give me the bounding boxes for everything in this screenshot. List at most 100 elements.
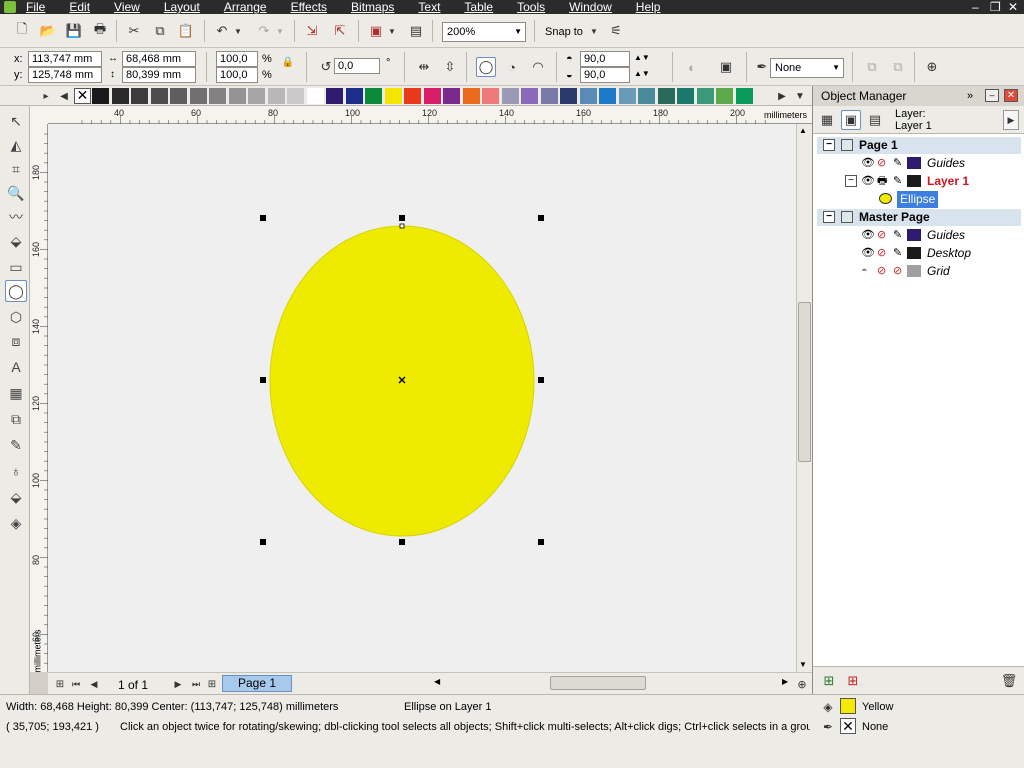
zoom-tool-icon[interactable]: 🔍 <box>5 182 27 204</box>
palette-swatch[interactable] <box>638 88 655 104</box>
shape-tool-icon[interactable]: ◭ <box>5 134 27 156</box>
palette-swatch[interactable] <box>482 88 499 104</box>
copy-icon[interactable]: ⧉ <box>150 21 170 41</box>
scroll-up-icon[interactable]: ▲ <box>799 126 807 135</box>
palette-swatch[interactable] <box>248 88 265 104</box>
pick-tool-icon[interactable]: ↖ <box>5 110 27 132</box>
menu-bitmaps[interactable]: Bitmaps <box>351 0 394 14</box>
layer-color-swatch[interactable] <box>907 265 921 277</box>
print-icon[interactable]: 🖶 <box>877 175 889 187</box>
docker-collapse-icon[interactable]: » <box>967 86 973 106</box>
visibility-eye-icon[interactable]: 👁 <box>861 157 875 169</box>
print-disabled-icon[interactable]: ⊘ <box>877 265 889 277</box>
vertical-scrollbar[interactable]: ▲ ▼ <box>796 124 812 672</box>
palette-swatch[interactable] <box>618 88 636 104</box>
palette-swatch[interactable] <box>696 88 714 104</box>
drawing-canvas[interactable] <box>48 124 796 672</box>
start-angle-field[interactable]: 90,0 <box>580 51 630 67</box>
restore-icon[interactable]: ❐ <box>990 0 1001 14</box>
edit-pencil-icon[interactable]: ✎ <box>893 247 905 259</box>
scroll-down-icon[interactable]: ▼ <box>799 660 807 669</box>
zoom-level-combo[interactable]: 200% ▼ <box>442 22 526 42</box>
snap-to-dropdown-icon[interactable]: ▼ <box>588 21 600 41</box>
table-tool-icon[interactable]: ▦ <box>5 382 27 404</box>
lock-ratio-icon[interactable]: 🔒 <box>278 52 298 72</box>
collapse-toggle-icon[interactable]: − <box>823 139 835 151</box>
palette-swatch[interactable] <box>228 88 246 104</box>
save-icon[interactable]: 💾 <box>64 21 84 41</box>
layer-color-swatch[interactable] <box>907 157 921 169</box>
new-master-layer-icon[interactable]: ⊞ <box>843 671 863 691</box>
scroll-right-icon[interactable]: ▶ <box>782 677 788 686</box>
text-tool-icon[interactable]: A <box>5 356 27 378</box>
layer-color-swatch[interactable] <box>907 247 921 259</box>
palette-swatch[interactable] <box>579 88 597 104</box>
palette-swatch[interactable] <box>111 88 129 104</box>
palette-swatch[interactable] <box>384 88 402 104</box>
edit-across-layers-icon[interactable]: ▣ <box>841 110 861 130</box>
scroll-left-icon[interactable]: ◀ <box>434 677 440 686</box>
visibility-hidden-icon[interactable]: ◓ <box>861 265 873 277</box>
visibility-eye-icon[interactable]: 👁 <box>861 229 875 241</box>
scale-y-field[interactable]: 100,0 <box>216 67 258 83</box>
welcome-screen-icon[interactable]: ▤ <box>406 21 426 41</box>
palette-swatch[interactable] <box>365 88 382 104</box>
menu-window[interactable]: Window <box>569 0 612 14</box>
menu-tools[interactable]: Tools <box>517 0 545 14</box>
fill-tool-icon[interactable]: ⬙ <box>5 486 27 508</box>
mirror-vertical-icon[interactable]: ⇳ <box>440 57 460 77</box>
palette-swatch[interactable] <box>326 88 343 104</box>
freehand-tool-icon[interactable]: 〰 <box>5 206 27 228</box>
ruler-origin[interactable] <box>30 106 48 124</box>
docker-minimize-icon[interactable]: – <box>985 89 999 102</box>
height-field[interactable]: 80,399 mm <box>122 67 196 83</box>
export-icon[interactable]: ⇱ <box>330 21 350 41</box>
no-outline-swatch[interactable]: ✕ <box>840 718 856 734</box>
handle-bottom-left[interactable] <box>260 539 266 545</box>
palette-swatch[interactable] <box>267 88 285 104</box>
tree-object-ellipse[interactable]: Ellipse <box>817 191 1021 208</box>
handle-bottom-right[interactable] <box>538 539 544 545</box>
outline-width-combo[interactable]: None ▼ <box>770 58 844 78</box>
handle-top-center[interactable] <box>399 215 405 221</box>
menu-view[interactable]: View <box>114 0 140 14</box>
palette-swatch[interactable] <box>345 88 363 104</box>
crop-tool-icon[interactable]: ⌗ <box>5 158 27 180</box>
vertical-ruler[interactable]: 180 160 140 120 100 80 60 millimeters <box>30 124 48 673</box>
end-angle-spinner-icon[interactable]: ▲▼ <box>634 67 650 81</box>
palette-swatch[interactable] <box>716 88 733 104</box>
polygon-tool-icon[interactable]: ⬡ <box>5 306 27 328</box>
show-properties-icon[interactable]: ▦ <box>817 110 837 130</box>
handle-middle-right[interactable] <box>538 377 544 383</box>
palette-swatch[interactable] <box>501 88 519 104</box>
direction-icon[interactable]: ◐ <box>682 57 702 77</box>
menu-effects[interactable]: Effects <box>291 0 327 14</box>
launcher-dropdown-icon[interactable]: ▼ <box>386 21 398 41</box>
palette-swatch[interactable] <box>735 88 753 104</box>
smart-fill-tool-icon[interactable]: ⬙ <box>5 230 27 252</box>
handle-top-left[interactable] <box>260 215 266 221</box>
palette-swatch[interactable] <box>677 88 694 104</box>
new-layer-icon[interactable]: ⊞ <box>819 671 839 691</box>
visibility-eye-icon[interactable]: 👁 <box>861 247 875 259</box>
next-page-icon[interactable]: ▶ <box>168 674 188 694</box>
edit-disabled-icon[interactable]: ⊘ <box>893 265 905 277</box>
minimize-icon[interactable]: – <box>972 0 979 14</box>
print-disabled-icon[interactable]: ⊘ <box>877 247 889 259</box>
width-field[interactable]: 68,468 mm <box>122 51 196 67</box>
snap-to-button[interactable]: Snap to <box>545 25 583 39</box>
no-color-swatch[interactable]: ✕ <box>74 88 91 104</box>
basic-shapes-tool-icon[interactable]: ⧈ <box>5 330 27 352</box>
tree-layer-1[interactable]: − 👁 🖶 ✎ Layer 1 <box>817 173 1021 190</box>
palette-swatch[interactable] <box>423 88 441 104</box>
docker-close-icon[interactable]: ✕ <box>1004 89 1018 102</box>
edit-pencil-icon[interactable]: ✎ <box>893 157 905 169</box>
to-back-icon[interactable]: ⧉ <box>888 57 908 77</box>
palette-swatch[interactable] <box>599 88 616 104</box>
start-angle-spinner-icon[interactable]: ▲▼ <box>634 51 650 65</box>
interactive-fill-tool-icon[interactable]: ◈ <box>5 512 27 534</box>
palette-scroll-right-icon[interactable]: ▶ <box>774 87 790 105</box>
menu-text[interactable]: Text <box>418 0 440 14</box>
layer-color-swatch[interactable] <box>907 229 921 241</box>
vertical-scroll-thumb[interactable] <box>798 302 811 462</box>
